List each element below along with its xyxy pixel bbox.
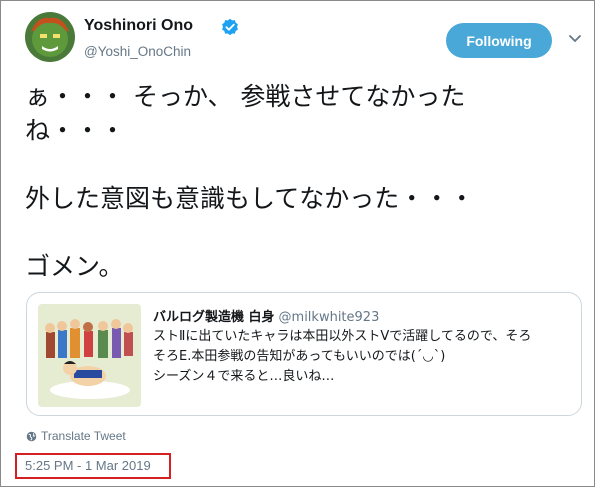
tweet-line: ね・・・ <box>25 116 126 145</box>
quoted-line: そろE.本田参戦の告知があってもいいのでは(´◡`) <box>153 349 446 364</box>
quoted-tweet-header: バルログ製造機 白身 @milkwhite923 <box>153 306 379 325</box>
quoted-tweet-text: ストⅡに出ていたキャラは本田以外ストⅤで活躍してるので、そろ そろE.本田参戦の… <box>153 327 571 387</box>
author-avatar[interactable] <box>25 12 75 62</box>
tweet-timestamp[interactable]: 5:25 PM - 1 Mar 2019 <box>25 458 151 473</box>
quoted-tweet[interactable]: バルログ製造機 白身 @milkwhite923 ストⅡに出ていたキャラは本田以外… <box>26 292 582 416</box>
tweet-line: ゴメン。 <box>25 252 124 281</box>
translate-label: Translate Tweet <box>41 429 126 443</box>
quoted-author-name[interactable]: バルログ製造機 白身 <box>153 310 275 325</box>
author-handle[interactable]: @Yoshi_OnoChin <box>84 44 191 59</box>
tweet-text: ぁ・・・ そっか、 参戦させてなかった ね・・・ 外した意図も意識もしてなかった… <box>25 80 570 284</box>
tweet-line-gap <box>25 148 570 182</box>
quoted-author-handle[interactable]: @milkwhite923 <box>279 310 380 325</box>
author-name[interactable]: Yoshinori Ono <box>84 17 193 35</box>
quoted-tweet-image[interactable] <box>38 304 141 407</box>
globe-icon <box>26 431 37 441</box>
tweet-line-gap <box>25 216 570 250</box>
quoted-line: ストⅡに出ていたキャラは本田以外ストⅤで活躍してるので、そろ <box>153 329 532 344</box>
tweet-line: ぁ・・・ そっか、 参戦させてなかった <box>25 82 466 111</box>
verified-badge-icon <box>222 18 238 36</box>
translate-tweet-link[interactable]: Translate Tweet <box>26 429 126 443</box>
quoted-line: シーズン４で来ると…良いね… <box>153 369 335 384</box>
chevron-down-icon[interactable] <box>568 34 582 44</box>
tweet-line: 外した意図も意識もしてなかった・・・ <box>25 184 475 213</box>
following-button[interactable]: Following <box>446 23 552 58</box>
